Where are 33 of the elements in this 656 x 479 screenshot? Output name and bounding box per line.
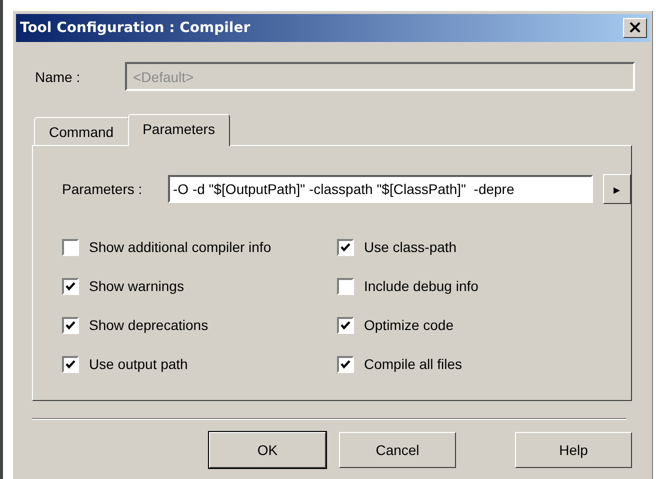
checkbox-label: Use class-path <box>364 239 457 255</box>
check-icon <box>340 320 351 330</box>
tab[interactable]: Parameters <box>128 114 230 146</box>
parameters-field[interactable]: -O -d "$[OutputPath]" -classpath "$[ClassPath]" -depre <box>168 175 593 203</box>
checkbox[interactable] <box>337 316 354 334</box>
checkbox-label: Show warnings <box>89 278 184 294</box>
tab[interactable]: Command <box>34 117 129 145</box>
arrow-button[interactable]: ▸ <box>603 174 631 204</box>
check-icon <box>65 320 76 330</box>
checkbox-label: Show deprecations <box>89 317 208 333</box>
check-icon <box>65 280 76 292</box>
check-icon <box>340 242 351 252</box>
dialog-button[interactable]: Help <box>515 432 632 468</box>
checkbox-label: Use output path <box>89 356 188 372</box>
checkbox-label: Optimize code <box>364 317 454 333</box>
checkbox[interactable] <box>62 278 79 294</box>
checkbox-label: Show additional compiler info <box>89 239 272 255</box>
checkbox[interactable] <box>62 238 79 256</box>
checkbox[interactable] <box>337 238 354 256</box>
close-button[interactable]: × <box>623 18 647 38</box>
checkbox[interactable] <box>62 316 79 334</box>
checkbox[interactable] <box>62 356 79 372</box>
parameters-label: Parameters : <box>62 181 144 197</box>
name-label: Name : <box>35 68 82 84</box>
checkbox-label: Include debug info <box>364 278 478 294</box>
window-title: Tool Configuration : Compiler <box>20 20 250 36</box>
check-icon <box>340 358 351 370</box>
dialog-button[interactable]: Cancel <box>339 432 456 468</box>
checkbox-label: Compile all files <box>364 356 462 372</box>
check-icon <box>65 358 76 370</box>
dialog-button[interactable]: OK <box>209 432 326 468</box>
checkbox[interactable] <box>337 278 354 294</box>
checkbox[interactable] <box>337 356 354 372</box>
